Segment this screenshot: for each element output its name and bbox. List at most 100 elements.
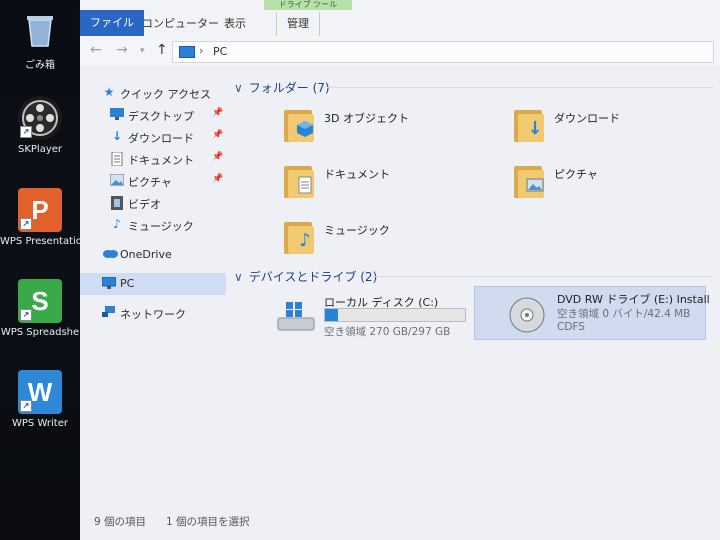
drive-usage-fill <box>325 309 338 321</box>
tab-view[interactable]: 表示 <box>214 12 256 36</box>
music-folder-icon: ♪ <box>284 218 316 254</box>
forward-arrow-icon[interactable]: → <box>116 42 128 58</box>
pin-icon[interactable]: 📌 <box>212 130 223 140</box>
group-header-folders[interactable]: ∨ フォルダー (7) <box>234 79 330 96</box>
network-icon <box>102 306 116 319</box>
shortcut-arrow-icon: ↗ <box>20 218 32 230</box>
recent-locations-chevron-icon[interactable]: ▾ <box>140 46 145 56</box>
shortcut-arrow-icon: ↗ <box>20 126 32 138</box>
shortcut-arrow-icon: ↗ <box>20 309 32 321</box>
folder-pictures[interactable]: ピクチャ <box>514 162 720 206</box>
nav-item-desktop[interactable]: デスクトップ 📌 <box>80 104 226 126</box>
navigation-pane: ★ クイック アクセス デスクトップ 📌 ↓ ダウンロード 📌 ドキュメント 📌… <box>80 72 226 502</box>
drive-filesystem: CDFS <box>557 321 585 333</box>
nav-item-music[interactable]: ♪ ミュージック <box>80 214 226 236</box>
desktop-icon-label: SKPlayer <box>17 144 63 155</box>
breadcrumb-pc[interactable]: PC <box>213 45 227 58</box>
desktop-icon-label: WPS Spreadshe <box>0 327 80 338</box>
group-header-devices[interactable]: ∨ デバイスとドライブ (2) <box>234 268 377 285</box>
folder-3d-objects[interactable]: 3D オブジェクト <box>284 106 504 150</box>
folder-music[interactable]: ♪ ミュージック <box>284 218 504 262</box>
desktop-strip: ごみ箱 ↗ SKPlayer P ↗ WPS Presentatio S ↗ W… <box>0 0 80 540</box>
pc-icon <box>179 46 195 58</box>
windows-drive-icon <box>277 302 315 331</box>
collapse-chevron-icon: ∨ <box>234 81 243 95</box>
folder-label: ミュージック <box>324 224 390 237</box>
folder-label: 3D オブジェクト <box>324 112 409 125</box>
nav-item-network[interactable]: ネットワーク <box>80 302 226 324</box>
nav-item-label: ミュージック <box>128 220 194 233</box>
downloads-folder-icon: ↓ <box>514 106 546 142</box>
nav-item-documents[interactable]: ドキュメント 📌 <box>80 148 226 170</box>
star-icon: ★ <box>103 85 115 99</box>
drive-free-space: 空き領域 0 バイト/42.4 MB <box>557 308 691 320</box>
drive-free-space: 空き領域 270 GB/297 GB <box>324 326 451 338</box>
nav-item-onedrive[interactable]: OneDrive <box>80 244 226 266</box>
nav-item-label: ドキュメント <box>128 154 194 167</box>
status-bar: 9 個の項目 1 個の項目を選択 <box>80 506 720 534</box>
explorer-window: ドライブ ツール ファイル コンピューター 表示 管理 ← → ▾ ↑ › PC… <box>80 0 720 540</box>
desktop-icon-skplayer[interactable]: ↗ SKPlayer <box>0 96 80 155</box>
folder-downloads[interactable]: ↓ ダウンロード <box>514 106 720 150</box>
divider <box>326 87 714 88</box>
folder-label: ダウンロード <box>554 112 620 125</box>
desktop-icon-recycle-bin[interactable]: ごみ箱 <box>0 8 80 71</box>
context-tab-group: ドライブ ツール <box>264 0 352 10</box>
film-reel-icon: ↗ <box>18 96 62 140</box>
content-pane: ∨ フォルダー (7) 3D オブジェクト ↓ ダウンロード ドキュメント ピク… <box>226 72 720 502</box>
pin-icon[interactable]: 📌 <box>212 108 223 118</box>
nav-item-label: ビデオ <box>128 198 161 211</box>
nav-item-quick-access[interactable]: ★ クイック アクセス <box>80 82 226 104</box>
group-header-label: デバイスとドライブ (2) <box>248 270 378 284</box>
address-box[interactable]: › PC <box>172 41 714 63</box>
document-icon <box>110 151 124 167</box>
nav-item-videos[interactable]: ビデオ <box>80 192 226 214</box>
desktop-icon-wps-writer[interactable]: W ↗ WPS Writer <box>0 370 80 429</box>
cloud-icon <box>102 248 118 261</box>
picture-icon <box>109 173 125 187</box>
nav-item-downloads[interactable]: ↓ ダウンロード 📌 <box>80 126 226 148</box>
nav-item-label: クイック アクセス <box>120 88 211 101</box>
desktop-icon-label: ごみ箱 <box>25 60 55 71</box>
wps-presentation-icon: P ↗ <box>18 188 62 232</box>
3d-objects-folder-icon <box>284 106 316 142</box>
download-arrow-icon: ↓ <box>111 129 123 143</box>
desktop-icon <box>110 108 124 121</box>
folder-label: ドキュメント <box>324 168 390 181</box>
nav-item-label: ダウンロード <box>128 132 194 145</box>
wps-spreadsheet-icon: S ↗ <box>18 279 62 323</box>
drive-dvd-e[interactable]: DVD RW ドライブ (E:) Install 空き領域 0 バイト/42.4… <box>474 286 710 340</box>
pictures-folder-icon <box>514 162 546 198</box>
nav-item-label: デスクトップ <box>128 110 194 123</box>
up-arrow-icon[interactable]: ↑ <box>156 42 168 58</box>
nav-item-label: PC <box>120 277 135 290</box>
folder-label: ピクチャ <box>554 168 598 181</box>
optical-disc-icon <box>509 297 545 333</box>
nav-item-label: ネットワーク <box>120 308 186 321</box>
collapse-chevron-icon: ∨ <box>234 270 243 284</box>
address-bar-row: ← → ▾ ↑ › PC <box>80 36 720 66</box>
documents-folder-icon <box>284 162 316 198</box>
desktop-icon-wps-spreadsheet[interactable]: S ↗ WPS Spreadshe <box>0 279 80 338</box>
shortcut-arrow-icon: ↗ <box>20 400 32 412</box>
back-arrow-icon[interactable]: ← <box>90 42 102 58</box>
desktop-icon-wps-presentation[interactable]: P ↗ WPS Presentatio <box>0 188 80 247</box>
pin-icon[interactable]: 📌 <box>212 174 223 184</box>
recycle-bin-icon <box>18 8 62 52</box>
drive-name: DVD RW ドライブ (E:) Install <box>557 293 710 306</box>
tab-manage[interactable]: 管理 <box>276 12 320 37</box>
status-selection: 1 個の項目を選択 <box>166 516 250 528</box>
desktop-icon-label: WPS Presentatio <box>0 236 80 247</box>
pin-icon[interactable]: 📌 <box>212 152 223 162</box>
nav-item-pc[interactable]: PC <box>80 273 226 295</box>
nav-item-pictures[interactable]: ピクチャ 📌 <box>80 170 226 192</box>
divider <box>372 276 714 277</box>
group-header-label: フォルダー (7) <box>248 81 330 95</box>
drive-local-c[interactable]: ローカル ディスク (C:) 空き領域 270 GB/297 GB <box>276 290 476 350</box>
nav-item-label: ピクチャ <box>128 176 172 189</box>
wps-letter: P <box>31 194 49 225</box>
folder-documents[interactable]: ドキュメント <box>284 162 504 206</box>
status-item-count: 9 個の項目 <box>94 516 147 528</box>
breadcrumb-separator-icon: › <box>199 44 204 57</box>
video-icon <box>110 196 124 210</box>
